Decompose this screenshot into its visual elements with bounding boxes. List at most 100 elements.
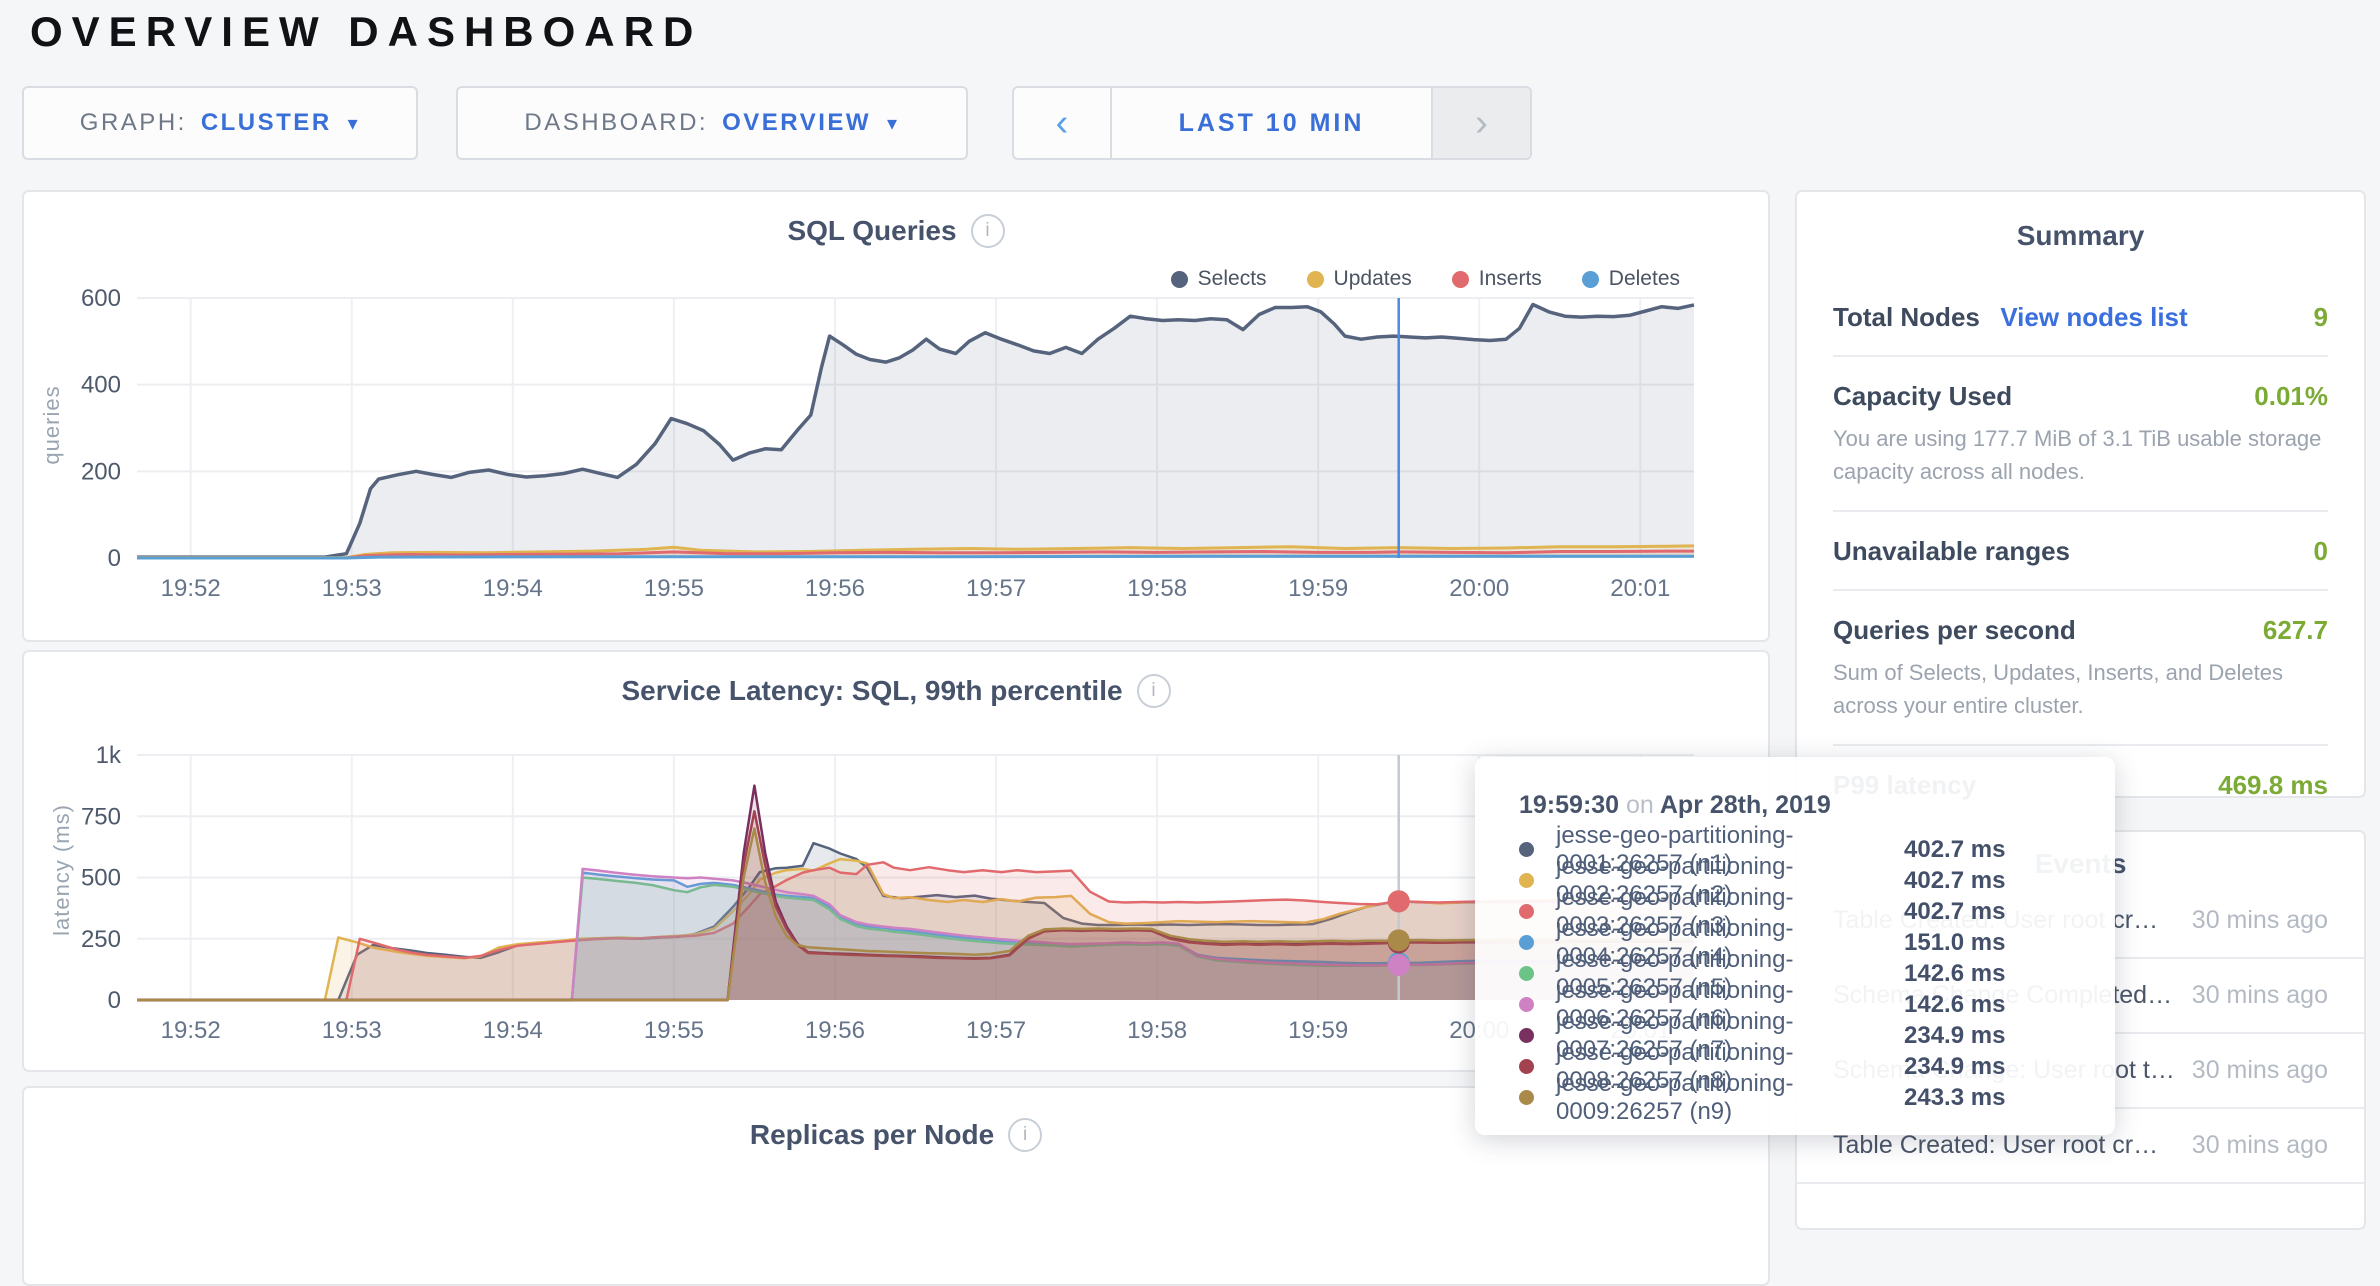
x-tick-label: 19:52 [161,1017,221,1044]
y-tick-label: 200 [81,458,121,485]
y-tick-label: 600 [81,285,121,312]
node-latency-value: 151.0 ms [1904,929,2005,957]
x-tick-label: 20:00 [1449,575,1509,602]
dashboard-dropdown[interactable]: DASHBOARD: OVERVIEW ▾ [456,86,968,160]
y-tick-label: 400 [81,372,121,399]
info-icon[interactable]: i [1008,1118,1042,1152]
x-tick-label: 19:55 [644,575,704,602]
x-tick-label: 19:53 [322,1017,382,1044]
node-name: jesse-geo-partitioning-0009:26257 (n9) [1556,1070,1876,1126]
node-latency-value: 402.7 ms [1904,867,2005,895]
series-Deletes [137,556,1694,558]
graph-dropdown-label: GRAPH: [80,109,187,137]
time-range-label[interactable]: LAST 10 MIN [1112,88,1431,158]
x-tick-label: 19:54 [483,575,543,602]
node-latency-value: 402.7 ms [1904,898,2005,926]
total-nodes-label: Total Nodes [1833,302,1980,332]
sql-queries-chart[interactable]: 19:52 19:53 19:54 19:55 19:56 19:57 19:58 19:59… [62,288,1714,610]
time-range-picker: ‹ LAST 10 MIN › [1012,86,1532,160]
event-time: 30 mins ago [2178,902,2328,938]
y-tick-label: 0 [108,987,121,1014]
node-color-dot-icon [1519,935,1534,950]
x-tick-label: 19:59 [1288,575,1348,602]
sql-queries-panel: SQL Queries i SelectsUpdatesInsertsDelet… [22,190,1770,642]
x-tick-label: 19:59 [1288,1017,1348,1044]
view-nodes-list-link[interactable]: View nodes list [2000,302,2187,332]
tooltip-timestamp: 19:59:30 on Apr 28th, 2019 [1519,791,2115,820]
total-nodes-value: 9 [2314,302,2328,333]
info-icon[interactable]: i [1137,674,1171,708]
node-color-dot-icon [1519,966,1534,981]
summary-row-capacity: Capacity Used 0.01% You are using 177.7 … [1833,357,2328,512]
x-tick-label: 20:01 [1610,575,1670,602]
chevron-down-icon: ▾ [887,111,900,136]
chart-hover-tooltip: 19:59:30 on Apr 28th, 2019 jesse-geo-par… [1475,757,2115,1135]
service-latency-title: Service Latency: SQL, 99th percentile [621,675,1122,707]
x-tick-label: 19:58 [1127,575,1187,602]
node-color-dot-icon [1519,1028,1534,1043]
event-time: 30 mins ago [2178,977,2328,1013]
overview-dashboard-page: { "page": {"title": "OVERVIEW DASHBOARD"… [0,0,2380,1164]
x-tick-label: 19:57 [966,575,1026,602]
summary-row-total-nodes: Total Nodes View nodes list 9 [1833,278,2328,357]
y-tick-label: 750 [81,803,121,830]
x-tick-label: 19:54 [483,1017,543,1044]
tooltip-rows: jesse-geo-partitioning-0001:26257 (n1)40… [1519,834,2115,1113]
qps-desc: Sum of Selects, Updates, Inserts, and De… [1833,656,2328,722]
service-latency-chart[interactable]: 19:52 19:53 19:54 19:55 19:56 19:57 19:58 19:59… [62,745,1714,1052]
summary-row-unavailable: Unavailable ranges 0 [1833,512,2328,591]
info-icon[interactable]: i [971,214,1005,248]
node-latency-value: 402.7 ms [1904,836,2005,864]
legend-dot-icon [1307,271,1324,288]
qps-value: 627.7 [2263,615,2328,646]
node-color-dot-icon [1519,997,1534,1012]
capacity-label: Capacity Used [1833,381,2012,412]
summary-row-qps: Queries per second 627.7 Sum of Selects,… [1833,591,2328,746]
dashboard-dropdown-value: OVERVIEW [722,109,871,137]
node-latency-value: 234.9 ms [1904,1053,2005,1081]
x-tick-label: 19:56 [805,575,865,602]
graph-dropdown[interactable]: GRAPH: CLUSTER ▾ [22,86,418,160]
x-tick-label: 19:57 [966,1017,1026,1044]
graph-dropdown-value: CLUSTER [201,109,332,137]
dashboard-dropdown-label: DASHBOARD: [524,109,708,137]
x-tick-label: 19:58 [1127,1017,1187,1044]
replicas-title: Replicas per Node [750,1119,994,1151]
unavailable-ranges-value: 0 [2314,536,2328,567]
capacity-desc: You are using 177.7 MiB of 3.1 TiB usabl… [1833,422,2328,488]
legend-dot-icon [1452,271,1469,288]
summary-title: Summary [1833,220,2328,252]
y-tick-label: 250 [81,926,121,953]
time-prev-button[interactable]: ‹ [1014,88,1112,158]
node-color-dot-icon [1519,1059,1534,1074]
x-tick-label: 19:55 [644,1017,704,1044]
x-tick-label: 19:52 [161,575,221,602]
node-latency-value: 234.9 ms [1904,1022,2005,1050]
crosshair-dot [1388,890,1410,912]
event-time: 30 mins ago [2178,1127,2328,1163]
summary-panel: Summary Total Nodes View nodes list 9 Ca… [1795,190,2366,798]
p99-latency-value: 469.8 ms [2218,770,2328,801]
capacity-value: 0.01% [2254,381,2328,412]
node-latency-value: 243.3 ms [1904,1084,2005,1112]
node-color-dot-icon [1519,1090,1534,1105]
node-color-dot-icon [1519,873,1534,888]
y-tick-label: 0 [108,545,121,572]
node-color-dot-icon [1519,904,1534,919]
event-text: Table Created: User root cr… [1833,1131,2158,1160]
node-latency-value: 142.6 ms [1904,960,2005,988]
node-latency-value: 142.6 ms [1904,991,2005,1019]
legend-dot-icon [1582,271,1599,288]
y-tick-label: 500 [81,865,121,892]
x-tick-label: 19:56 [805,1017,865,1044]
page-title: OVERVIEW DASHBOARD [30,8,702,56]
legend-dot-icon [1171,271,1188,288]
crosshair-dot [1388,929,1410,951]
tooltip-row: jesse-geo-partitioning-0009:26257 (n9)24… [1519,1082,2115,1113]
node-color-dot-icon [1519,842,1534,857]
sql-queries-title: SQL Queries [787,215,956,247]
event-time: 30 mins ago [2178,1052,2328,1088]
time-next-button[interactable]: › [1431,88,1530,158]
y-tick-label: 1k [96,742,122,769]
x-tick-label: 19:53 [322,575,382,602]
